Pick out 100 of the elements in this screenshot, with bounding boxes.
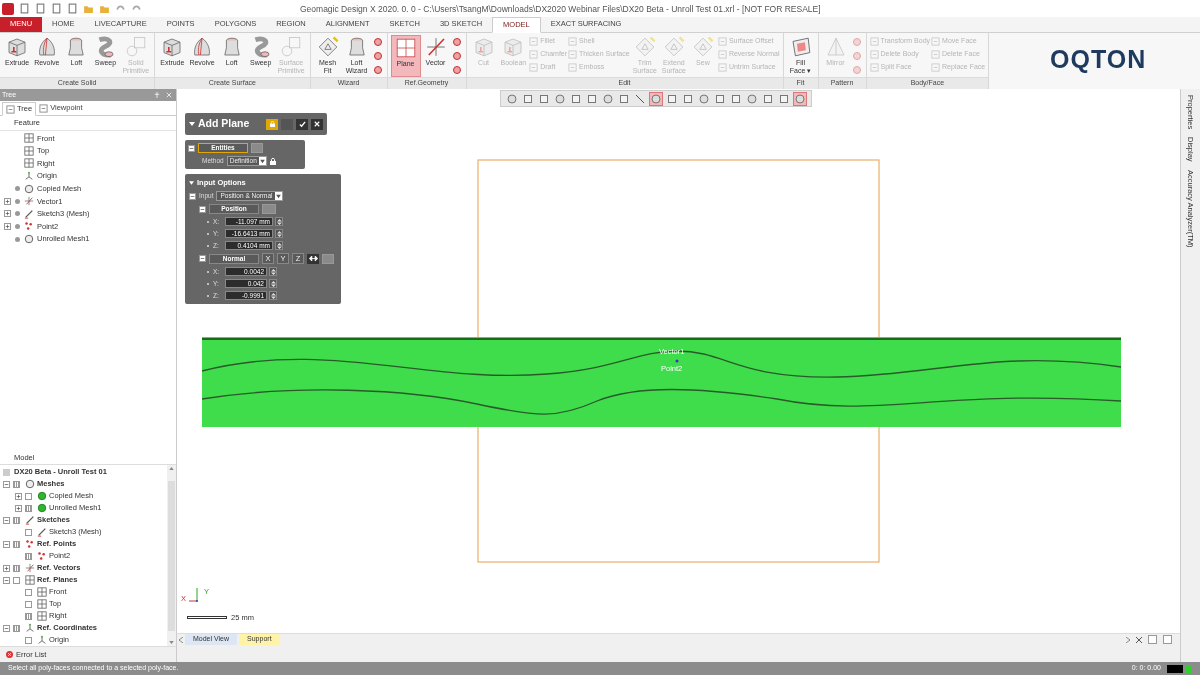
small-square-icon — [931, 50, 941, 59]
flip-button[interactable] — [307, 253, 319, 264]
grid-plane-icon — [25, 575, 35, 585]
small-square-icon — [869, 50, 879, 59]
collapse-toggle[interactable] — [189, 192, 196, 200]
ribbon-tool-button[interactable] — [371, 50, 384, 62]
scroll-up-icon[interactable] — [169, 467, 174, 470]
spinner-icon[interactable] — [269, 279, 277, 288]
small-square-icon — [529, 50, 539, 59]
expand-toggle[interactable] — [4, 197, 11, 205]
dropdown-arrow-icon — [274, 192, 282, 200]
spinner-icon[interactable] — [275, 241, 283, 250]
ribbon-tool-button[interactable] — [450, 64, 463, 76]
grid-plane-icon — [37, 587, 47, 597]
app-logo-icon — [2, 2, 14, 15]
collapse-toggle[interactable] — [3, 540, 10, 548]
cancel-button[interactable] — [311, 118, 323, 130]
visibility-checkbox[interactable] — [13, 480, 20, 488]
grid-plane-icon — [37, 611, 47, 621]
window-title: Geomagic Design X 2020. 0. 0 - C:\Users\TsangM\Downloads\DX2020 Webinar Files\DX20 Beta - Unroll Test 01.xrl - [NOT FOR RESALE] — [300, 3, 821, 16]
status-light — [1185, 664, 1192, 673]
ok-button[interactable] — [296, 118, 308, 130]
axis-cross-icon — [24, 196, 34, 207]
visibility-checkbox[interactable] — [25, 552, 32, 560]
scroll-left-icon[interactable] — [179, 636, 183, 643]
small-square-icon — [869, 63, 879, 72]
expand-toggle[interactable] — [15, 504, 22, 512]
pencil-icon — [37, 527, 47, 537]
lock-icon — [269, 121, 275, 127]
visibility-checkbox[interactable] — [13, 564, 20, 572]
visibility-checkbox[interactable] — [13, 516, 20, 524]
small-square-icon — [568, 50, 578, 59]
collapse-caret-icon[interactable] — [189, 122, 195, 126]
collapse-toggle[interactable] — [3, 516, 10, 524]
small-square-icon — [717, 37, 727, 46]
expand-toggle[interactable] — [4, 222, 11, 230]
axes-icon — [24, 171, 34, 182]
visibility-checkbox[interactable] — [25, 492, 32, 500]
collapse-toggle[interactable] — [3, 480, 10, 488]
pencil-icon — [24, 208, 34, 219]
spinner-icon[interactable] — [269, 267, 277, 276]
ribbon-tool-button[interactable] — [450, 36, 463, 48]
expand-toggle[interactable] — [15, 492, 22, 500]
grid-plane-icon — [37, 599, 47, 609]
sphere-icon[interactable] — [505, 91, 519, 106]
collapse-toggle[interactable] — [3, 624, 10, 632]
dropdown-arrow-icon — [258, 157, 266, 165]
close-icon — [314, 121, 320, 127]
scroll-right-icon[interactable] — [1126, 636, 1130, 643]
scroll-down-icon[interactable] — [169, 641, 174, 644]
small-square-icon — [529, 37, 539, 46]
small-square-icon — [869, 37, 879, 46]
visibility-checkbox[interactable] — [25, 612, 32, 620]
collapse-caret-icon[interactable] — [189, 181, 194, 185]
new-document-icon[interactable] — [19, 3, 30, 14]
visibility-checkbox[interactable] — [13, 576, 20, 584]
spinner-icon[interactable] — [275, 229, 283, 238]
point-marker — [675, 359, 679, 363]
collapse-toggle[interactable] — [188, 144, 195, 152]
pencil-icon — [25, 515, 35, 525]
dialog-title: Add Plane — [198, 116, 251, 132]
folder-icon[interactable] — [99, 3, 110, 14]
scrollbar[interactable] — [167, 465, 176, 646]
axes-icon — [25, 623, 35, 633]
picture-icon — [39, 103, 49, 113]
grid-plane-icon — [24, 145, 34, 156]
spinner-icon[interactable] — [275, 217, 283, 226]
pin-icon[interactable] — [154, 92, 160, 98]
tree-icon — [6, 104, 15, 114]
expand-toggle[interactable] — [4, 210, 11, 218]
visibility-checkbox[interactable] — [13, 624, 20, 632]
visibility-checkbox[interactable] — [25, 528, 32, 536]
folder-icon[interactable] — [83, 3, 94, 14]
collapse-toggle[interactable] — [199, 205, 206, 213]
axis-cross-icon — [25, 563, 35, 573]
small-square-icon — [568, 63, 578, 72]
spinner-icon[interactable] — [269, 291, 277, 300]
small-square-icon — [717, 50, 727, 59]
collapse-toggle[interactable] — [3, 576, 10, 584]
visibility-checkbox[interactable] — [25, 588, 32, 596]
expand-toggle[interactable] — [3, 564, 10, 572]
ribbon-tool-button[interactable] — [371, 36, 384, 48]
lock-icon — [269, 157, 276, 165]
check-icon — [298, 120, 306, 128]
arrow-button[interactable] — [1148, 635, 1157, 644]
visibility-checkbox[interactable] — [25, 600, 32, 608]
visibility-checkbox[interactable] — [25, 504, 32, 512]
scale-bar — [187, 616, 227, 620]
visibility-checkbox[interactable] — [25, 636, 32, 644]
collapse-toggle[interactable] — [199, 255, 206, 262]
dropdown-button[interactable] — [1163, 635, 1172, 644]
sphere-icon — [24, 234, 34, 245]
small-square-icon — [568, 37, 578, 46]
close-icon[interactable] — [1136, 636, 1142, 643]
axes-icon — [37, 635, 47, 645]
lock-button[interactable] — [266, 118, 278, 130]
ribbon-tool-button[interactable] — [450, 50, 463, 62]
small-square-icon — [529, 63, 539, 72]
visibility-checkbox[interactable] — [13, 540, 20, 548]
ribbon-tool-button[interactable] — [371, 64, 384, 76]
